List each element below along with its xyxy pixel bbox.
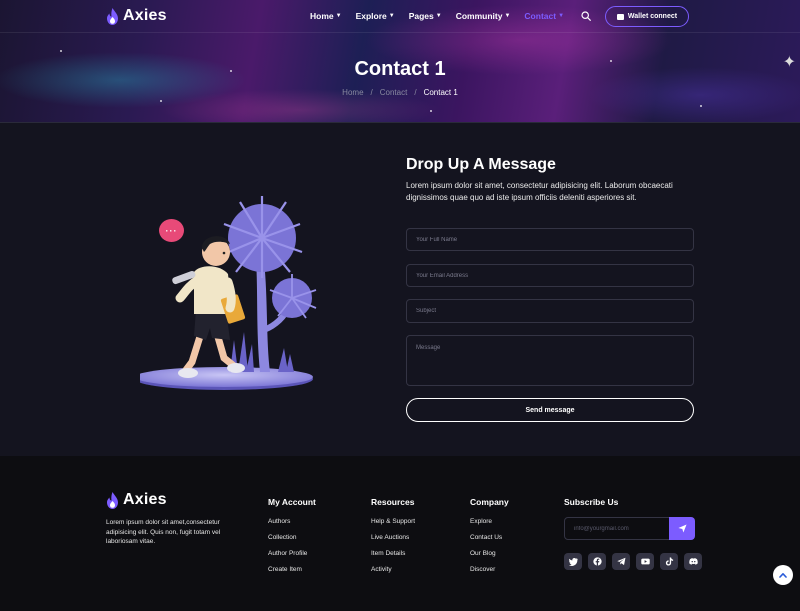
footer-link-explore[interactable]: Explore	[470, 518, 492, 525]
main-nav: Home ▼ Explore ▼ Pages ▼ Community ▼ Contact…	[310, 11, 564, 21]
star-decoration	[60, 50, 62, 52]
message-textarea[interactable]	[406, 335, 694, 386]
top-navbar: Axies Home ▼ Explore ▼ Pages ▼ Community ▼ C…	[0, 0, 800, 33]
chevron-down-icon: ▼	[558, 13, 565, 19]
chevron-down-icon: ▼	[335, 13, 342, 19]
star-decoration	[160, 100, 162, 102]
flame-logo-icon	[107, 7, 118, 25]
full-name-input[interactable]	[406, 228, 694, 251]
footer-column-title-company: Company	[470, 497, 509, 507]
footer-link-authors[interactable]: Authors	[268, 518, 290, 525]
page-title: Contact 1	[354, 58, 446, 80]
subject-input[interactable]	[406, 299, 694, 323]
star-decoration	[430, 110, 432, 112]
logo-text: Axies	[123, 7, 167, 24]
footer-column-title-resources: Resources	[371, 497, 415, 507]
nav-item-home[interactable]: Home ▼	[310, 11, 342, 21]
twitter-icon[interactable]	[564, 553, 582, 570]
subscribe-submit-button[interactable]	[669, 517, 695, 540]
footer-link-author-profile[interactable]: Author Profile	[268, 550, 307, 557]
breadcrumb-home[interactable]: Home	[342, 88, 363, 97]
send-message-button[interactable]: Send message	[406, 398, 694, 422]
footer-logo-text: Axies	[123, 491, 167, 508]
form-description: Lorem ipsum dolor sit amet, consectetur …	[406, 181, 673, 202]
footer-link-our-blog[interactable]: Our Blog	[470, 550, 496, 557]
breadcrumb-contact[interactable]: Contact	[380, 88, 408, 97]
telegram-icon[interactable]	[612, 553, 630, 570]
nav-item-contact[interactable]: Contact ▼	[524, 11, 564, 21]
footer-link-help-support[interactable]: Help & Support	[371, 518, 415, 525]
nav-label: Explore	[355, 11, 387, 21]
footer-link-item-details[interactable]: Item Details	[371, 550, 405, 557]
nav-label: Home	[310, 11, 334, 21]
nav-label: Community	[455, 11, 503, 21]
subscribe-title: Subscribe Us	[564, 497, 619, 507]
tiktok-icon[interactable]	[660, 553, 678, 570]
footer-link-collection[interactable]: Collection	[268, 534, 297, 541]
nav-item-pages[interactable]: Pages ▼	[409, 11, 442, 21]
wallet-connect-label: Wallet connect	[627, 13, 678, 20]
facebook-icon[interactable]	[588, 553, 606, 570]
footer-link-create-item[interactable]: Create Item	[268, 566, 302, 573]
email-input[interactable]	[406, 264, 694, 287]
breadcrumb-current: Contact 1	[423, 88, 458, 97]
footer-link-discover[interactable]: Discover	[470, 566, 495, 573]
footer-link-contact-us[interactable]: Contact Us	[470, 534, 502, 541]
footer-link-activity[interactable]: Activity	[371, 566, 392, 573]
wallet-icon	[616, 13, 624, 20]
nav-label: Pages	[408, 11, 434, 21]
breadcrumb-separator: /	[370, 88, 373, 97]
site-logo[interactable]: Axies	[106, 7, 167, 25]
subscribe-form	[564, 517, 695, 540]
nav-label: Contact	[524, 11, 557, 21]
breadcrumb: Home / Contact / Contact 1	[0, 88, 800, 97]
breadcrumb-separator: /	[414, 88, 417, 97]
scroll-to-top-button[interactable]	[773, 565, 793, 585]
send-icon	[677, 524, 687, 533]
chat-bubble-icon: ···	[159, 219, 184, 242]
chevron-up-icon	[779, 573, 787, 578]
star-decoration	[700, 105, 702, 107]
flame-logo-icon	[107, 491, 118, 509]
footer-link-live-auctions[interactable]: Live Auctions	[371, 534, 409, 541]
footer-logo[interactable]: Axies	[106, 491, 167, 509]
youtube-icon[interactable]	[636, 553, 654, 570]
subscribe-email-input[interactable]	[565, 518, 669, 539]
discord-icon[interactable]	[684, 553, 702, 570]
chevron-down-icon: ▼	[504, 13, 511, 19]
page-header: ✦ Axies Home ▼ Explore ▼ Pages ▼ Community ▼…	[0, 0, 800, 123]
search-icon[interactable]	[581, 11, 591, 21]
form-heading: Drop Up A Message	[406, 156, 556, 173]
wallet-connect-button[interactable]: Wallet connect	[605, 6, 689, 27]
chevron-down-icon: ▼	[388, 13, 395, 19]
footer-description: Lorem ipsum dolor sit amet,consectetur a…	[106, 519, 221, 545]
social-links	[564, 553, 702, 570]
chevron-down-icon: ▼	[435, 13, 442, 19]
footer-column-title-my-account: My Account	[268, 497, 316, 507]
nav-item-explore[interactable]: Explore ▼	[356, 11, 395, 21]
nav-item-community[interactable]: Community ▼	[456, 11, 511, 21]
